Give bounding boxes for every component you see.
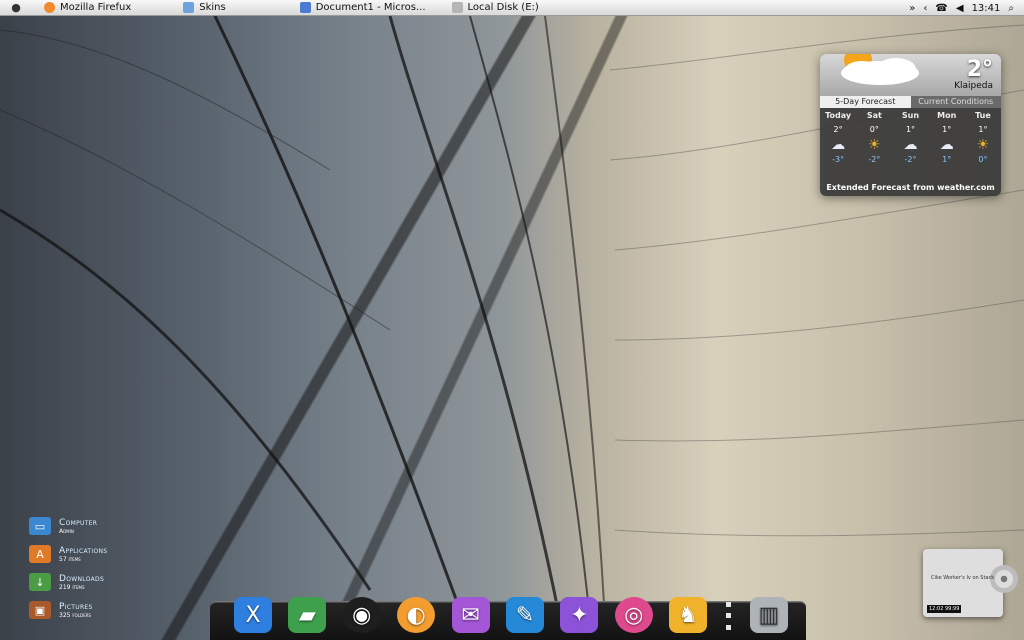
status-tray: » ‹ ☎ ◀ 13:41 ⌕ <box>909 0 1014 16</box>
day-low: -2° <box>904 155 917 164</box>
day-name: Today <box>825 111 852 120</box>
blaster-icon[interactable]: ✦ <box>560 597 599 633</box>
weather-tabs: 5-Day Forecast Current Conditions <box>820 96 1001 108</box>
place-title: Pictures <box>59 601 93 612</box>
donut-icon[interactable]: ◎ <box>614 597 653 633</box>
taskbar-label: Local Disk (E:) <box>467 2 539 13</box>
cd-player-widget[interactable]: Cike Worker's Iv on Stack 12:02 99:99 <box>923 549 1018 617</box>
separator-dash <box>726 624 732 630</box>
place-subtitle: 325 folders <box>59 611 91 619</box>
current-temperature: 2° <box>966 57 993 82</box>
cd-disc-icon <box>990 565 1018 593</box>
folder-icon <box>183 2 195 13</box>
snow-cloud-icon: ☁ <box>939 137 954 153</box>
pictures-icon: ▣ <box>29 601 51 619</box>
weather-widget[interactable]: 2° Klaipeda 5-Day Forecast Current Condi… <box>820 54 1001 196</box>
forecast-day: Tue 1° ☀ 0° <box>965 109 1001 164</box>
drive-icon <box>451 2 463 13</box>
truck-icon[interactable]: ▰ <box>288 597 327 633</box>
dock-separator <box>724 599 734 633</box>
apple-icon[interactable]: ● <box>10 1 22 14</box>
day-low: -3° <box>832 155 845 164</box>
forecast-day: Mon 1° ☁ 1° <box>929 109 965 164</box>
sun-cloud-icon: ☀ <box>868 137 881 153</box>
taskbar-item-document[interactable]: Document1 - Micros... <box>299 2 426 13</box>
places-shortcuts: ▭ Computer Admin A Applications 57 items… <box>29 512 179 624</box>
place-title: Downloads <box>59 573 105 584</box>
browser-icon[interactable]: ◐ <box>397 597 436 633</box>
snow-cloud-icon: ☁ <box>903 137 918 153</box>
separator-dash <box>726 613 732 619</box>
menu-bar: ● Mozilla Firefux Skins Document1 - Micr… <box>0 0 1024 16</box>
day-low: 0° <box>978 155 988 164</box>
place-subtitle: 57 items <box>59 555 81 563</box>
day-name: Sun <box>901 111 920 120</box>
tab-5-day-forecast[interactable]: 5-Day Forecast <box>820 96 911 108</box>
overflow-icon[interactable]: » <box>909 3 915 14</box>
trash-icon[interactable]: ▥ <box>749 597 788 633</box>
mail-icon[interactable]: ✉ <box>451 597 490 633</box>
sun-cloud-icon: ☀ <box>976 137 990 153</box>
forecast-days: Today 2° ☁ -3° Sat 0° ☀ -2° Sun 1° ☁ -2°… <box>820 109 1001 164</box>
forecast-day: Sat 0° ☀ -2° <box>856 109 892 164</box>
back-icon[interactable]: ‹ <box>923 3 927 14</box>
place-title: Applications <box>59 545 108 556</box>
day-high: 1° <box>978 125 988 134</box>
magnifier-icon[interactable]: ⌕ <box>1008 3 1014 14</box>
clock[interactable]: 13:41 <box>972 3 1001 14</box>
day-name: Mon <box>937 111 957 120</box>
place-computer[interactable]: ▭ Computer Admin <box>29 512 179 540</box>
day-high: 2° <box>833 125 843 134</box>
day-name: Sat <box>866 111 882 120</box>
taskbar-item-firefox[interactable]: Mozilla Firefux <box>44 2 131 13</box>
taskbar-label: Mozilla Firefux <box>60 2 132 13</box>
place-subtitle: Admin <box>59 527 74 535</box>
sun-cloud-icon <box>841 54 919 85</box>
document-icon <box>299 2 311 13</box>
music-disc-icon[interactable]: ◉ <box>342 597 381 633</box>
forecast-day: Today 2° ☁ -3° <box>820 109 856 164</box>
separator-dash <box>726 602 732 608</box>
weather-footer[interactable]: Extended Forecast from weather.com <box>820 183 1001 192</box>
snow-cloud-icon: ☁ <box>831 137 846 153</box>
day-name: Tue <box>975 111 991 120</box>
day-high: 1° <box>942 125 952 134</box>
place-pictures[interactable]: ▣ Pictures 325 folders <box>29 596 179 624</box>
taskbar-label: Document1 - Micros... <box>315 2 426 13</box>
dock: X ▰ ◉ ◐ ✉ ✎ ✦ ◎ ♞ ▥ <box>210 593 806 640</box>
dock-items: X ▰ ◉ ◐ ✉ ✎ ✦ ◎ ♞ ▥ <box>234 593 788 633</box>
taskbar-label: Skins <box>199 2 226 13</box>
cd-time: 12:02 99:99 <box>927 605 962 613</box>
weather-current-panel: 2° Klaipeda <box>820 54 1001 96</box>
place-title: Computer <box>59 517 98 528</box>
feather-icon[interactable]: ✎ <box>505 597 544 633</box>
download-icon: ↓ <box>29 573 51 591</box>
day-high: 0° <box>869 125 879 134</box>
monitor-icon: ▭ <box>29 517 51 535</box>
taskbar-item-local-disk[interactable]: Local Disk (E:) <box>451 2 539 13</box>
forecast-day: Sun 1° ☁ -2° <box>892 109 928 164</box>
cd-title: Cike Worker's Iv on Stack <box>931 575 995 581</box>
day-high: 1° <box>905 125 916 134</box>
taskbar-item-skins[interactable]: Skins <box>183 2 226 13</box>
day-low: 1° <box>942 155 952 164</box>
tux-icon[interactable]: ♞ <box>669 597 708 633</box>
apps-icon: A <box>29 545 51 563</box>
phone-icon[interactable]: ☎ <box>935 3 947 14</box>
place-applications[interactable]: A Applications 57 items <box>29 540 179 568</box>
finder-icon[interactable]: X <box>234 597 272 633</box>
firefox-icon <box>44 2 55 13</box>
place-subtitle: 219 items <box>59 583 85 591</box>
place-downloads[interactable]: ↓ Downloads 219 items <box>29 568 179 596</box>
day-low: -2° <box>868 155 881 164</box>
tab-current-conditions[interactable]: Current Conditions <box>910 96 1001 108</box>
weather-city: Klaipeda <box>954 81 993 91</box>
speaker-icon[interactable]: ◀ <box>956 3 964 14</box>
